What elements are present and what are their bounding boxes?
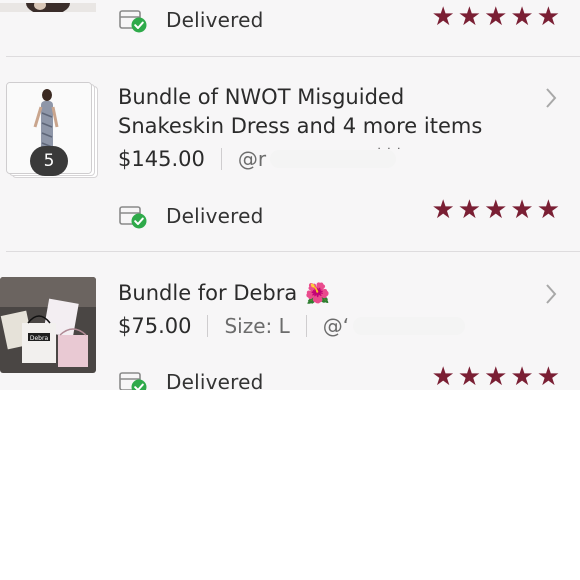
divider <box>220 148 222 170</box>
star-icon: ★ <box>484 362 508 390</box>
order-3-rating: ★ ★ ★ ★ ★ <box>431 364 560 390</box>
order-3-title[interactable]: Bundle for Debra 🌺 <box>118 279 330 308</box>
order-2-title[interactable]: Bundle of NWOT Misguided Snakeskin Dress… <box>118 83 482 141</box>
divider <box>6 56 580 57</box>
star-icon: ★ <box>457 2 482 32</box>
package-delivered-icon <box>118 202 150 230</box>
order-list: Delivered ★ ★ ★ ★ ★ 5 Bundle of NWOT Mis… <box>0 0 580 390</box>
order-2-thumbnail[interactable]: 5 <box>6 82 98 178</box>
order-2-meta: $145.00 @r ˙ ˙ ˙ <box>118 146 402 171</box>
order-3-size: Size: L <box>224 314 290 338</box>
order-3-status: Delivered <box>118 368 264 390</box>
star-icon: ★ <box>510 2 534 32</box>
order-3-meta: $75.00 Size: L @ʻ <box>118 314 466 338</box>
order-3-price: $75.00 <box>118 314 192 338</box>
star-icon: ★ <box>536 195 560 225</box>
order-2-status-label: Delivered <box>166 204 264 228</box>
chevron-right-icon[interactable] <box>544 86 558 114</box>
order-2-rating: ★ ★ ★ ★ ★ <box>431 197 560 223</box>
chevron-right-icon[interactable] <box>544 282 558 310</box>
order-3-status-label: Delivered <box>166 370 264 390</box>
divider <box>305 315 307 337</box>
order-3-thumbnail[interactable]: Debra <box>0 277 96 373</box>
order-1-rating: ★ ★ ★ ★ ★ <box>431 4 560 30</box>
star-icon: ★ <box>431 2 455 32</box>
star-icon: ★ <box>510 195 534 225</box>
star-icon: ★ <box>536 362 560 390</box>
bundle-count-badge: 5 <box>30 146 68 176</box>
package-delivered-icon <box>118 6 150 34</box>
package-delivered-icon <box>118 368 150 390</box>
redacted-username <box>353 317 466 335</box>
star-icon: ★ <box>457 362 482 390</box>
order-2-username[interactable]: @r <box>238 147 266 171</box>
star-icon: ★ <box>536 2 560 32</box>
order-1-thumbnail[interactable] <box>0 0 96 12</box>
hibiscus-emoji: 🌺 <box>305 281 331 305</box>
order-2-username-trailing: ˙ ˙ ˙ <box>376 146 402 160</box>
star-icon: ★ <box>431 362 455 390</box>
divider <box>6 251 580 252</box>
order-3-username[interactable]: @ʻ <box>323 314 349 338</box>
star-icon: ★ <box>484 2 508 32</box>
star-icon: ★ <box>431 195 455 225</box>
star-icon: ★ <box>484 195 508 225</box>
order-1-status-label: Delivered <box>166 8 264 32</box>
order-1-status: Delivered <box>118 6 264 34</box>
divider <box>207 315 209 337</box>
order-2-price: $145.00 <box>118 147 205 171</box>
order-2-status: Delivered <box>118 202 264 230</box>
svg-text:Debra: Debra <box>30 335 49 342</box>
star-icon: ★ <box>510 362 534 390</box>
star-icon: ★ <box>457 195 482 225</box>
